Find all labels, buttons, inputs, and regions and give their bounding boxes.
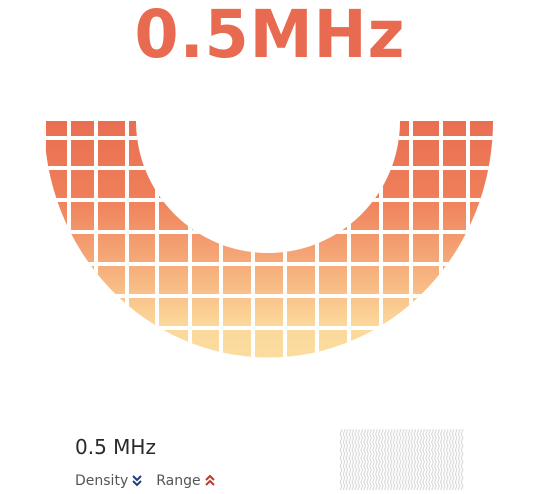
waveform-icon	[339, 429, 464, 491]
frequency-readout: 0.5 MHz	[75, 435, 156, 459]
double-chevron-down-icon	[132, 475, 142, 487]
legend-density-label: Density	[75, 473, 129, 489]
coverage-arc-grid	[44, 121, 493, 358]
legend-range-label: Range	[156, 473, 201, 489]
legend-density: Density	[75, 473, 142, 489]
legend-range: Range	[156, 473, 215, 489]
double-chevron-up-icon	[204, 475, 215, 486]
legend: Density Range	[75, 472, 215, 490]
